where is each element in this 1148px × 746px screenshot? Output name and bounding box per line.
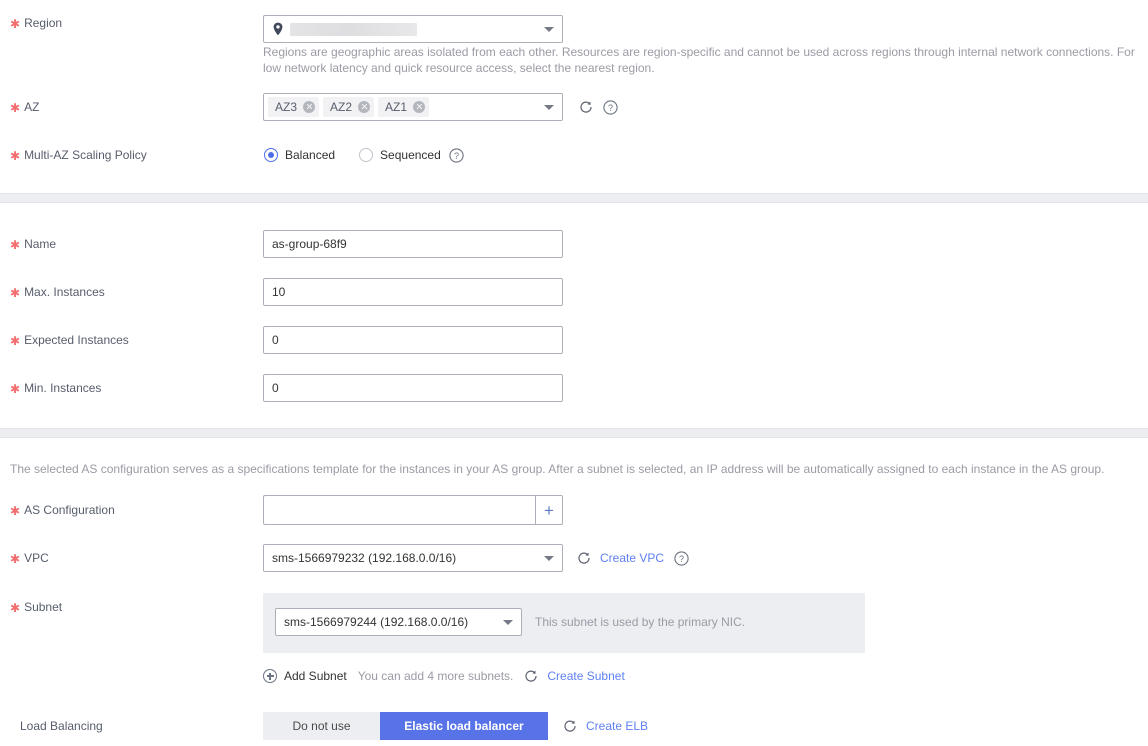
add-as-configuration-button[interactable]: + <box>535 495 563 525</box>
max-instances-input[interactable]: 10 <box>263 278 563 306</box>
add-subnet-hint: You can add 4 more subnets. <box>357 669 514 683</box>
region-label: ✱ Region <box>10 16 63 31</box>
add-subnet-label[interactable]: Add Subnet <box>284 669 347 683</box>
load-balancing-option-elastic-load-balancer[interactable]: Elastic load balancer <box>380 712 548 740</box>
region-description: Regions are geographic areas isolated fr… <box>263 45 1135 75</box>
expected-instances-input[interactable]: 0 <box>263 326 563 354</box>
min-instances-label: ✱ Min. Instances <box>10 381 102 396</box>
radio-sequenced-label: Sequenced <box>380 148 441 162</box>
svg-text:?: ? <box>608 103 613 113</box>
location-pin-icon <box>272 22 284 36</box>
required-asterisk: ✱ <box>10 382 21 396</box>
vpc-label: ✱ VPC <box>10 551 49 566</box>
subnet-label: ✱ Subnet <box>10 600 63 615</box>
as-configuration-field[interactable]: + <box>263 495 563 525</box>
load-balancing-option-do-not-use[interactable]: Do not use <box>263 712 380 740</box>
svg-text:?: ? <box>454 151 459 161</box>
refresh-icon[interactable] <box>563 719 577 733</box>
region-select[interactable] <box>263 15 563 43</box>
create-elb-link[interactable]: Create ELB <box>586 719 648 733</box>
chevron-down-icon <box>544 105 554 110</box>
subnet-select[interactable]: sms-1566979244 (192.168.0.0/16) <box>275 608 522 636</box>
help-circle-icon[interactable]: ? <box>449 147 464 163</box>
az-tag-label: AZ2 <box>330 100 353 114</box>
as-configuration-input[interactable] <box>263 495 535 525</box>
svg-text:?: ? <box>679 554 684 564</box>
add-subnet-row: Add Subnet You can add 4 more subnets. C… <box>263 669 625 683</box>
az-tag[interactable]: AZ1 <box>378 97 430 117</box>
refresh-icon[interactable] <box>577 551 591 565</box>
required-asterisk: ✱ <box>10 17 21 31</box>
az-tag[interactable]: AZ2 <box>323 97 375 117</box>
load-balancing-label: Load Balancing <box>20 719 103 733</box>
close-icon[interactable] <box>413 101 426 113</box>
az-multiselect[interactable]: AZ3 AZ2 AZ1 <box>263 93 563 121</box>
section-divider <box>0 193 1148 203</box>
as-configuration-description: The selected AS configuration serves as … <box>10 462 1105 476</box>
multi-az-policy-label: ✱ Multi-AZ Scaling Policy <box>10 148 147 163</box>
required-asterisk: ✱ <box>10 286 21 300</box>
chevron-down-icon <box>544 556 554 561</box>
radio-sequenced[interactable] <box>359 148 374 162</box>
create-vpc-link[interactable]: Create VPC <box>600 551 664 565</box>
close-icon[interactable] <box>303 101 316 113</box>
as-configuration-label: ✱ AS Configuration <box>10 503 115 518</box>
az-tag-label: AZ1 <box>385 100 408 114</box>
required-asterisk: ✱ <box>10 601 21 615</box>
required-asterisk: ✱ <box>10 334 21 348</box>
radio-balanced[interactable] <box>264 148 278 162</box>
required-asterisk: ✱ <box>10 552 21 566</box>
min-instances-input[interactable]: 0 <box>263 374 563 402</box>
name-input-value: as-group-68f9 <box>272 237 347 251</box>
min-instances-value: 0 <box>272 381 279 395</box>
subnet-panel: sms-1566979244 (192.168.0.0/16) This sub… <box>263 593 865 653</box>
vpc-select[interactable]: sms-1566979232 (192.168.0.0/16) <box>263 544 563 572</box>
refresh-icon[interactable] <box>524 669 538 683</box>
vpc-value: sms-1566979232 (192.168.0.0/16) <box>272 551 457 565</box>
create-as-group-form: ✱ Region Regions are geographic areas iso… <box>0 0 1148 746</box>
load-balancing-toggle: Do not use Elastic load balancer <box>263 712 548 740</box>
refresh-icon[interactable] <box>579 100 593 114</box>
create-subnet-link[interactable]: Create Subnet <box>547 669 624 683</box>
required-asterisk: ✱ <box>10 238 21 252</box>
expected-instances-label: ✱ Expected Instances <box>10 333 129 348</box>
radio-balanced-label: Balanced <box>285 148 336 162</box>
max-instances-value: 10 <box>272 285 286 299</box>
max-instances-label: ✱ Max. Instances <box>10 285 105 300</box>
chevron-down-icon <box>544 27 554 32</box>
az-label: ✱ AZ <box>10 100 40 115</box>
name-input[interactable]: as-group-68f9 <box>263 230 563 258</box>
az-tag[interactable]: AZ3 <box>268 97 320 117</box>
plus-circle-icon[interactable] <box>263 669 277 683</box>
close-icon[interactable] <box>358 101 371 113</box>
subnet-value: sms-1566979244 (192.168.0.0/16) <box>284 615 469 629</box>
name-label: ✱ Name <box>10 237 57 252</box>
az-tag-label: AZ3 <box>275 100 298 114</box>
help-circle-icon[interactable]: ? <box>674 550 689 566</box>
subnet-note: This subnet is used by the primary NIC. <box>535 615 746 629</box>
expected-instances-value: 0 <box>272 333 279 347</box>
help-circle-icon[interactable]: ? <box>603 99 618 115</box>
required-asterisk: ✱ <box>10 101 21 115</box>
chevron-down-icon <box>503 620 513 625</box>
required-asterisk: ✱ <box>10 504 21 518</box>
section-divider <box>0 428 1148 438</box>
region-value-redacted <box>290 22 417 36</box>
required-asterisk: ✱ <box>10 149 21 163</box>
